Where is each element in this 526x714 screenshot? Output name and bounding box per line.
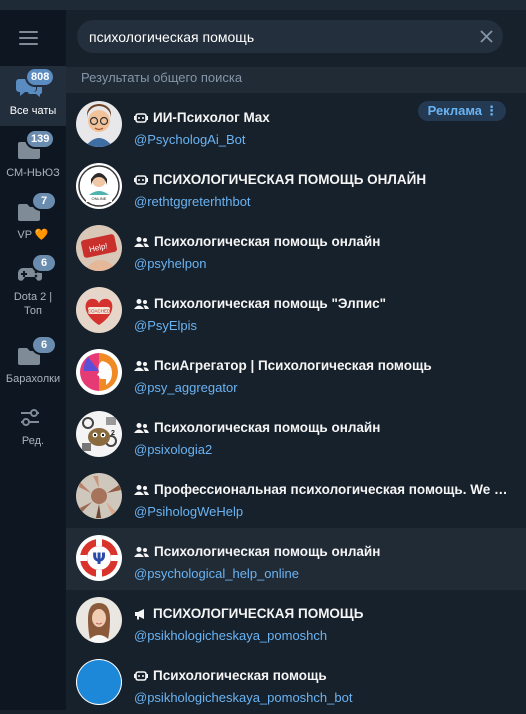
folder-unread-badge: 7 xyxy=(33,193,55,209)
search-bar xyxy=(77,20,503,53)
folder-label: Ред. xyxy=(21,435,45,447)
folder-label: Dota 2 | Топ xyxy=(13,291,53,317)
result-title: Психологическая помощь онлайн xyxy=(134,543,512,561)
folder-label: Все чаты xyxy=(9,105,57,117)
result-username: @PsyElpis xyxy=(134,318,198,333)
search-result-row[interactable]: Help! Психологическая помощь онлайн @psy… xyxy=(66,218,526,280)
close-icon[interactable] xyxy=(480,30,493,43)
result-username: @psikhologicheskaya_pomoshch xyxy=(134,628,328,643)
result-username: @psy_aggregator xyxy=(134,380,238,395)
avatar xyxy=(76,101,122,147)
folder-unread-badge: 808 xyxy=(27,69,54,85)
avatar xyxy=(76,659,122,705)
edit-folders-button[interactable]: Ред. xyxy=(0,396,66,456)
result-title: ПСИХОЛОГИЧЕСКАЯ ПОМОЩЬ xyxy=(134,605,512,623)
svg-text:2: 2 xyxy=(111,430,115,437)
result-title: Психологическая помощь xyxy=(134,667,512,685)
search-result-row[interactable]: ONLINE ПСИХОЛОГИЧЕСКАЯ ПОМОЩЬ ОНЛАЙН @re… xyxy=(66,156,526,218)
result-username: @psikhologicheskaya_pomoshch_bot xyxy=(134,690,353,705)
avatar xyxy=(76,473,122,519)
folder-label: СМ-НЬЮЗ xyxy=(6,167,60,179)
result-title: Психологическая помощь онлайн xyxy=(134,233,512,251)
more-vertical-icon: ⋮ xyxy=(485,103,498,118)
result-title: ПСИХОЛОГИЧЕСКАЯ ПОМОЩЬ ОНЛАЙН xyxy=(134,171,512,189)
result-title: ПсиАгрегатор | Психологическая помощь xyxy=(134,357,512,375)
search-input[interactable] xyxy=(89,20,469,53)
result-title: ИИ-Психолог Max xyxy=(134,109,426,127)
bot-icon xyxy=(134,175,148,185)
folder-label: VP 🧡 xyxy=(17,229,49,241)
result-title: Психологическая помощь "Элпис" xyxy=(134,295,512,313)
result-username: @psychological_help_online xyxy=(134,566,299,581)
result-title: Психологическая помощь онлайн xyxy=(134,419,512,437)
search-result-row[interactable]: 2 Психологическая помощь онлайн @psixolo… xyxy=(66,404,526,466)
folder-unread-badge: 139 xyxy=(27,131,54,147)
edit-filters-icon xyxy=(21,409,39,426)
group-icon xyxy=(134,547,149,557)
channel-icon xyxy=(135,609,144,620)
avatar: 2 xyxy=(76,411,122,457)
search-result-row[interactable]: Профессиональная психологическая помощь.… xyxy=(66,466,526,528)
result-username: @psixologia2 xyxy=(134,442,213,457)
folder-unread-badge: 6 xyxy=(33,255,55,271)
group-icon xyxy=(134,237,149,247)
result-username: @rethtggreterhthbot xyxy=(134,194,251,209)
folder-baraholki[interactable]: 6 Барахолки xyxy=(0,334,66,394)
search-result-row[interactable]: ПсиАгрегатор | Психологическая помощь @p… xyxy=(66,342,526,404)
search-result-row[interactable]: ПСИХОЛОГИЧЕСКАЯ ПОМОЩЬ @psikhologicheska… xyxy=(66,590,526,652)
avatar: Help! xyxy=(76,225,122,271)
folder-label: Барахолки xyxy=(5,373,61,385)
search-result-row[interactable]: Психологическая помощь @psikhologicheska… xyxy=(66,652,526,714)
group-icon xyxy=(134,423,149,433)
search-panel: Результаты общего поиска ИИ-Психолог Max… xyxy=(66,10,526,710)
result-username: @psyhelpon xyxy=(134,256,207,271)
avatar: ONLINE xyxy=(76,163,122,209)
folder-dota[interactable]: 6 Dota 2 | Топ xyxy=(0,252,66,324)
folder-unread-badge: 6 xyxy=(33,337,55,353)
avatar xyxy=(76,349,122,395)
menu-icon[interactable] xyxy=(19,30,41,46)
search-results-list: ИИ-Психолог Max Реклама ⋮ @PsychologAi_Bo… xyxy=(66,94,526,714)
window-top-bar xyxy=(0,0,526,10)
group-icon xyxy=(134,485,149,495)
folder-sidebar: 808 Все чаты 139 СМ-НЬЮЗ 7 VP 🧡 6 Dota 2… xyxy=(0,10,66,710)
search-result-row[interactable]: ИИ-Психолог Max Реклама ⋮ @PsychologAi_Bo… xyxy=(66,94,526,156)
svg-text:Ψ: Ψ xyxy=(92,549,106,568)
folder-cm-news[interactable]: 139 СМ-НЬЮЗ xyxy=(0,128,66,188)
group-icon xyxy=(134,361,149,371)
result-title: Профессиональная психологическая помощь.… xyxy=(134,481,512,499)
group-icon xyxy=(134,299,149,309)
result-username: @PsychologAi_Bot xyxy=(134,132,246,147)
bot-icon xyxy=(134,113,148,123)
avatar xyxy=(76,597,122,643)
svg-text:COACHED: COACHED xyxy=(88,309,111,314)
folder-all-chats[interactable]: 808 Все чаты xyxy=(0,66,66,126)
avatar: Ψ xyxy=(76,535,122,581)
global-search-header: Результаты общего поиска xyxy=(66,67,526,93)
search-result-row[interactable]: Ψ Психологическая помощь онлайн @psychol… xyxy=(66,528,526,590)
svg-text:ONLINE: ONLINE xyxy=(92,196,107,201)
search-result-row[interactable]: COACHED Психологическая помощь "Элпис" @… xyxy=(66,280,526,342)
folder-vp[interactable]: 7 VP 🧡 xyxy=(0,190,66,250)
avatar: COACHED xyxy=(76,287,122,333)
sponsored-badge[interactable]: Реклама ⋮ xyxy=(417,101,506,121)
result-username: @PsihologWeHelp xyxy=(134,504,244,519)
bot-icon xyxy=(134,671,148,681)
